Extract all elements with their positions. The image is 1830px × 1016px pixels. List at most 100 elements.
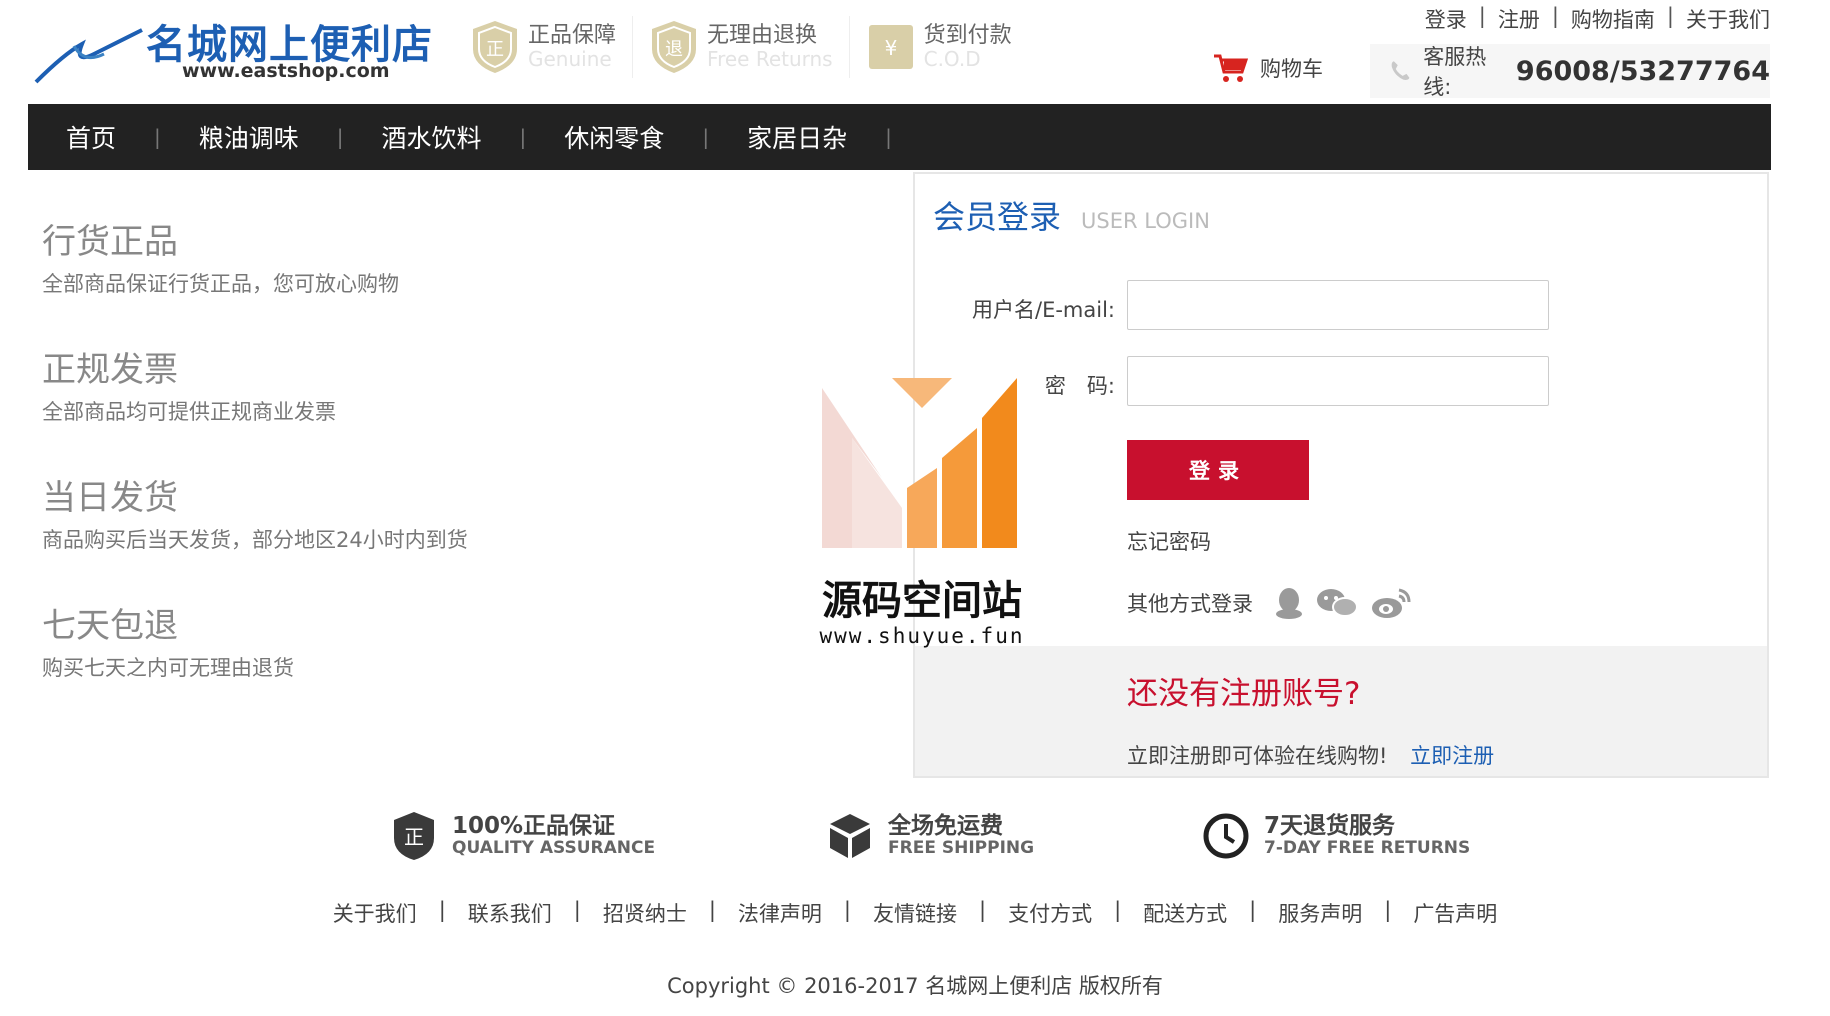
other-login-label: 其他方式登录 (1127, 592, 1253, 616)
footer-link-contact[interactable]: 联系我们 (468, 898, 552, 928)
login-subtitle: USER LOGIN (1081, 209, 1210, 233)
login-panel: 会员登录 USER LOGIN 用户名/E-mail: 密 码: 登录 忘记密码… (913, 172, 1769, 778)
footer-links: 关于我们 | 联系我们 | 招贤纳士 | 法律声明 | 友情链接 | 支付方式 … (0, 898, 1830, 928)
watermark: 源码空间站 www.shuyue.fun (812, 368, 1032, 658)
feature-item: 七天包退 购买七天之内可无理由退货 (42, 604, 468, 732)
username-label: 用户名/E-mail: (972, 298, 1115, 322)
footer-link-service[interactable]: 服务声明 (1278, 898, 1362, 928)
hotline-label: 客服热线: (1423, 45, 1487, 99)
feature-item: 正规发票 全部商品均可提供正规商业发票 (42, 348, 468, 476)
nav-item-snacks[interactable]: 休闲零食 (524, 104, 704, 170)
footer-link-about[interactable]: 关于我们 (333, 898, 417, 928)
footer-separator: | (979, 898, 987, 922)
footer-link-payment[interactable]: 支付方式 (1008, 898, 1092, 928)
shield-zheng-icon: 正 (473, 21, 517, 73)
service-returns: 7天退货服务 7-DAY FREE RETURNS (1202, 810, 1470, 862)
top-links: 登录 | 注册 | 购物指南 | 关于我们 (1425, 4, 1770, 34)
svg-text:¥: ¥ (884, 36, 897, 60)
register-now-link[interactable]: 立即注册 (1410, 744, 1494, 768)
cod-icon: ¥ (868, 25, 913, 69)
feature-title: 当日发货 (42, 478, 178, 518)
site-header: 名城网上便利店 www.eastshop.com 正 正品保障 Genuine … (0, 0, 1830, 104)
weibo-icon[interactable] (1369, 586, 1413, 620)
nav-item-grain-oil[interactable]: 粮油调味 (159, 104, 339, 170)
phone-icon (1391, 61, 1410, 80)
service-shipping-en: FREE SHIPPING (888, 838, 1035, 859)
nav-separator: | (885, 125, 892, 149)
wechat-icon[interactable] (1315, 586, 1359, 620)
cart-icon (1214, 54, 1248, 82)
site-logo[interactable]: 名城网上便利店 www.eastshop.com (34, 10, 434, 86)
social-login-icons (1273, 586, 1423, 620)
feature-title: 行货正品 (42, 222, 178, 262)
svg-text:退: 退 (665, 39, 683, 60)
feature-desc: 购买七天之内可无理由退货 (42, 656, 294, 680)
feature-list: 行货正品 全部商品保证行货正品，您可放心购物 正规发票 全部商品均可提供正规商业… (42, 220, 468, 732)
register-text: 立即注册即可体验在线购物! (1127, 744, 1388, 768)
service-promises: 正 100%正品保证 QUALITY ASSURANCE 全场免运费 FREE … (390, 810, 1490, 870)
top-link-separator: | (1666, 4, 1674, 28)
other-login: 其他方式登录 (1127, 586, 1423, 620)
login-header: 会员登录 USER LOGIN (933, 192, 1210, 238)
badge-genuine-en: Genuine (528, 47, 612, 72)
nav-item-home[interactable]: 首页 (28, 104, 156, 170)
service-returns-en: 7-DAY FREE RETURNS (1264, 838, 1471, 859)
copyright: Copyright © 2016-2017 名城网上便利店 版权所有 (667, 974, 1163, 998)
badge-genuine-cn: 正品保障 (528, 22, 617, 48)
username-input[interactable] (1127, 280, 1549, 330)
feature-desc: 商品购买后当天发货，部分地区24小时内到货 (42, 528, 468, 552)
footer-separator: | (1114, 898, 1122, 922)
register-title: 还没有注册账号? (1127, 676, 1361, 712)
feature-title: 正规发票 (42, 350, 178, 390)
footer-separator: | (1249, 898, 1257, 922)
register-line: 立即注册即可体验在线购物! 立即注册 (1127, 740, 1494, 770)
footer-link-jobs[interactable]: 招贤纳士 (603, 898, 687, 928)
footer-link-delivery[interactable]: 配送方式 (1143, 898, 1227, 928)
service-shipping: 全场免运费 FREE SHIPPING (826, 810, 1034, 862)
login-submit-button[interactable]: 登录 (1127, 440, 1309, 500)
footer-link-friends[interactable]: 友情链接 (873, 898, 957, 928)
footer-separator: | (708, 898, 716, 922)
badge-cod-cn: 货到付款 (923, 22, 1012, 48)
feature-desc: 全部商品均可提供正规商业发票 (42, 400, 336, 424)
box-icon (830, 814, 870, 858)
feature-title: 七天包退 (42, 606, 178, 646)
login-title: 会员登录 (933, 198, 1062, 236)
nav-item-household[interactable]: 家居日杂 (707, 104, 887, 170)
watermark-text: 源码空间站 (822, 577, 1022, 624)
badge-cod-en: C.O.D (923, 47, 981, 72)
cart-link[interactable]: 购物车 (1212, 52, 1323, 84)
svg-text:正: 正 (404, 825, 424, 849)
service-quality-cn: 100%正品保证 (452, 813, 616, 839)
register-area: 还没有注册账号? 立即注册即可体验在线购物! 立即注册 (915, 646, 1767, 776)
hotline-number: 96008/53277764 (1515, 55, 1770, 87)
logo-url: www.eastshop.com (182, 60, 390, 82)
feature-desc: 全部商品保证行货正品，您可放心购物 (42, 272, 399, 296)
top-link-guide[interactable]: 购物指南 (1571, 4, 1655, 34)
main-nav: 首页 | 粮油调味 | 酒水饮料 | 休闲零食 | 家居日杂 | (28, 104, 1771, 170)
nav-item-drinks[interactable]: 酒水饮料 (342, 104, 522, 170)
top-link-about[interactable]: 关于我们 (1686, 4, 1770, 34)
badge-genuine: 正 正品保障 Genuine (470, 16, 634, 78)
top-link-login[interactable]: 登录 (1425, 4, 1467, 34)
forgot-password-link[interactable]: 忘记密码 (1127, 526, 1211, 556)
footer-separator: | (573, 898, 581, 922)
footer-link-ads[interactable]: 广告声明 (1413, 898, 1497, 928)
qq-icon[interactable] (1273, 586, 1305, 620)
top-link-separator: | (1478, 4, 1486, 28)
badge-returns-cn: 无理由退换 (707, 22, 818, 48)
clock-icon (1203, 813, 1249, 859)
feature-item: 行货正品 全部商品保证行货正品，您可放心购物 (42, 220, 468, 348)
service-shipping-cn: 全场免运费 (888, 813, 1003, 839)
header-badges: 正 正品保障 Genuine 退 无理由退换 Free Returns ¥ 货到… (470, 16, 1044, 78)
shield-return-icon: 退 (652, 21, 697, 73)
cart-label: 购物车 (1260, 57, 1323, 81)
watermark-url: www.shuyue.fun (819, 624, 1025, 648)
footer-separator: | (843, 898, 851, 922)
footer-separator: | (438, 898, 446, 922)
footer-separator: | (1384, 898, 1392, 922)
feature-item: 当日发货 商品购买后当天发货，部分地区24小时内到货 (42, 476, 468, 604)
top-link-register[interactable]: 注册 (1498, 4, 1540, 34)
password-input[interactable] (1127, 356, 1549, 406)
footer-link-legal[interactable]: 法律声明 (738, 898, 822, 928)
